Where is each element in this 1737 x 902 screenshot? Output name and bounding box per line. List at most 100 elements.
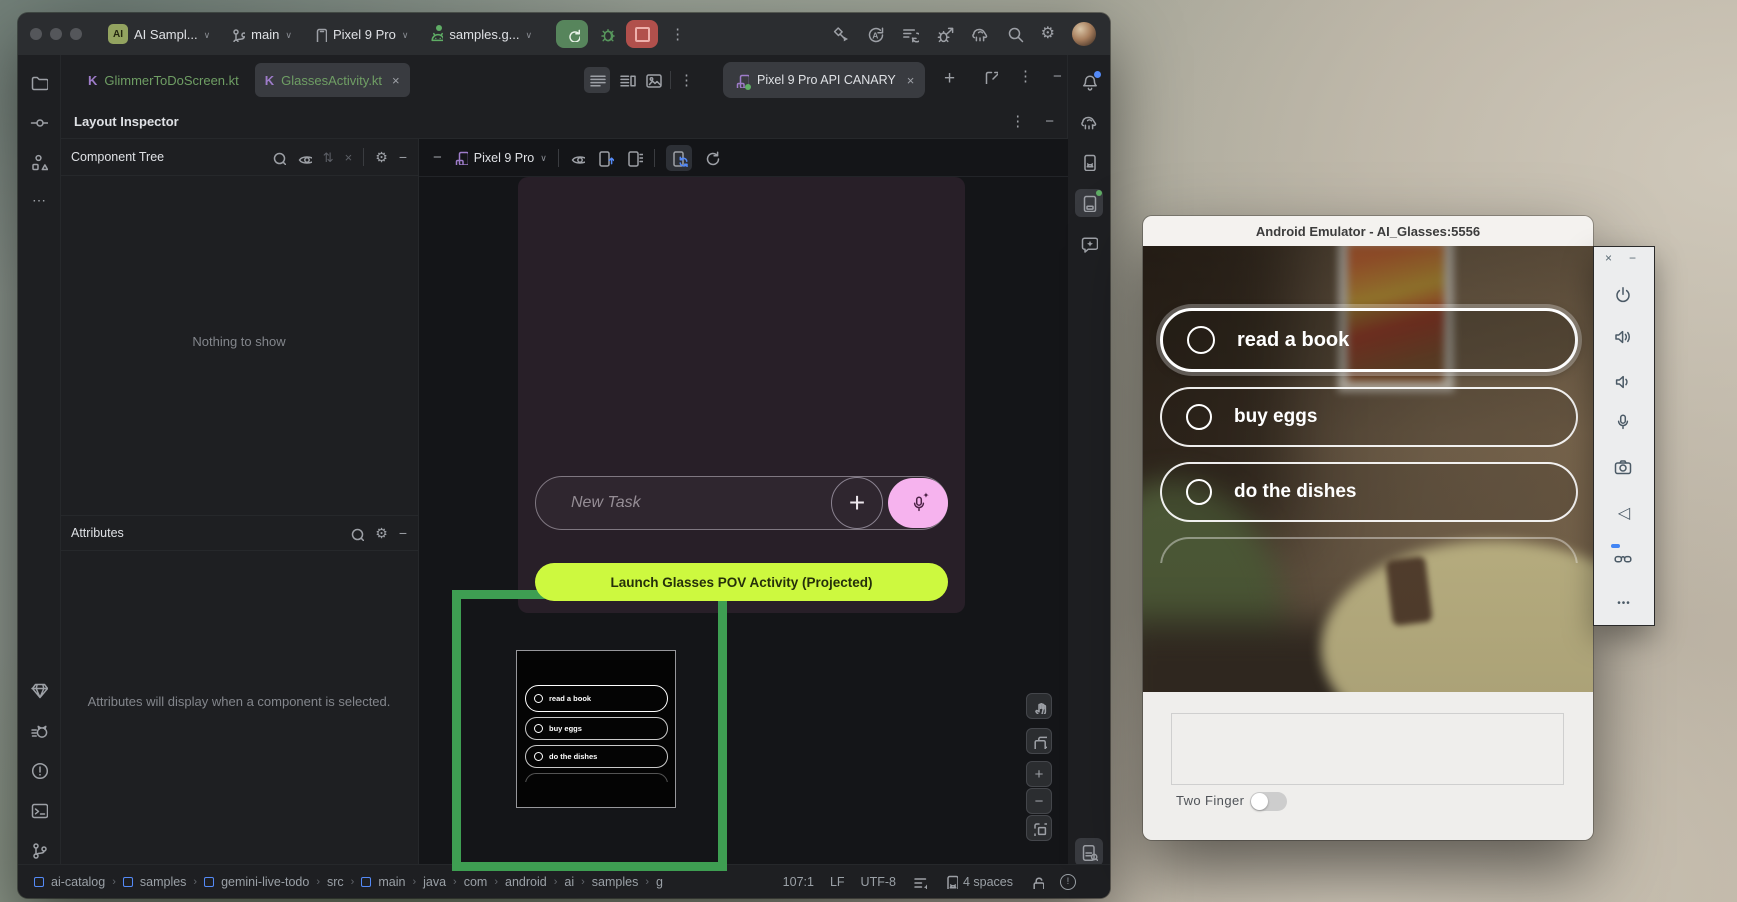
close-tab-icon[interactable]: × — [392, 74, 400, 87]
attach-debugger-icon[interactable] — [936, 25, 954, 43]
render-view-options-eye-icon[interactable] — [570, 150, 585, 165]
running-devices-icon[interactable] — [1075, 189, 1103, 217]
logcat-icon[interactable] — [30, 721, 48, 739]
zoom-in-button[interactable]: + — [1026, 761, 1052, 787]
build-icon[interactable] — [831, 25, 849, 43]
breadcrumb-item[interactable]: src — [327, 875, 344, 889]
project-selector[interactable]: AI AI Sampl... ∨ — [108, 24, 210, 44]
refresh-icon[interactable] — [703, 149, 721, 167]
editor-split-view-icon[interactable] — [618, 71, 636, 89]
structure-icon[interactable] — [30, 153, 48, 171]
breadcrumb-item[interactable]: android — [505, 875, 547, 889]
problems-icon[interactable] — [30, 761, 48, 779]
pane-more-icon[interactable]: ⋮ — [1018, 69, 1033, 84]
tree-hide-icon[interactable]: − — [399, 150, 407, 164]
indent-style-icon[interactable] — [912, 874, 927, 889]
zoom-window-button[interactable] — [70, 28, 82, 40]
snapshot-export-icon[interactable] — [596, 149, 614, 167]
glasses-button[interactable] — [1613, 548, 1635, 570]
layout-mode-icon[interactable] — [625, 149, 643, 167]
commit-icon[interactable] — [30, 113, 48, 131]
settings-gear-icon[interactable]: ⚙ — [1041, 26, 1055, 42]
apply-changes-icon[interactable] — [866, 25, 884, 43]
task-pill[interactable]: buy eggs — [1160, 387, 1578, 447]
zoom-out-button[interactable]: − — [1026, 788, 1052, 814]
gradle-sync-icon[interactable] — [971, 25, 989, 43]
tab-glimmer-todo-screen[interactable]: K GlimmerToDoScreen.kt — [78, 63, 249, 97]
pane-minimize-icon[interactable]: − — [1053, 69, 1062, 84]
new-task-input[interactable] — [535, 476, 948, 530]
task-pill[interactable]: do the dishes — [1160, 462, 1578, 522]
minimize-window-button[interactable] — [50, 28, 62, 40]
stop-button[interactable] — [626, 20, 658, 48]
editor-list-view-icon[interactable] — [584, 67, 610, 93]
close-window-button[interactable] — [30, 28, 42, 40]
inspector-device-selector[interactable]: Pixel 9 Pro ∨ — [453, 150, 547, 165]
add-task-button[interactable]: + — [831, 477, 883, 529]
task-pill-selected[interactable]: read a book — [1160, 308, 1578, 372]
volume-up-button[interactable] — [1613, 327, 1635, 349]
launch-glasses-pov-button[interactable]: Launch Glasses POV Activity (Projected) — [535, 563, 948, 601]
emulator-close-icon[interactable]: × — [1605, 252, 1612, 264]
layer-spacing-icon[interactable] — [1026, 728, 1052, 754]
volume-down-button[interactable] — [1613, 372, 1635, 394]
voice-input-button[interactable]: ✦ — [888, 478, 948, 528]
pane-hide-icon[interactable]: − — [433, 150, 442, 165]
breadcrumb-item[interactable]: main — [378, 875, 405, 889]
version-control-icon[interactable] — [30, 841, 48, 859]
debug-button[interactable] — [598, 25, 616, 43]
indent-size[interactable]: 4 spaces — [943, 874, 1013, 889]
breadcrumb-item[interactable]: com — [464, 875, 488, 889]
breadcrumb-item[interactable]: ai-catalog — [51, 875, 105, 889]
close-tab-icon[interactable]: × — [907, 74, 915, 87]
editor-more-icon[interactable]: ⋮ — [679, 73, 694, 88]
collapse-all-icon[interactable]: × — [345, 151, 353, 164]
more-actions-icon[interactable]: ⋮ — [670, 27, 685, 42]
pan-hand-icon[interactable] — [1026, 693, 1052, 719]
breadcrumb-item[interactable]: samples — [592, 875, 639, 889]
gemini-icon[interactable] — [1080, 235, 1098, 253]
breadcrumb-item[interactable]: ai — [564, 875, 574, 889]
tree-search-icon[interactable] — [271, 150, 286, 165]
more-button[interactable]: ••• — [1613, 593, 1635, 615]
run-config-selector[interactable]: samples.g... ∨ — [428, 27, 532, 42]
search-icon[interactable] — [1006, 25, 1024, 43]
user-avatar[interactable] — [1072, 22, 1096, 46]
cursor-position[interactable]: 107:1 — [783, 875, 814, 889]
file-encoding[interactable]: UTF-8 — [861, 875, 896, 889]
view-options-eye-icon[interactable] — [297, 150, 312, 165]
device-selector[interactable]: Pixel 9 Pro ∨ — [312, 27, 408, 42]
running-device-tab[interactable]: Pixel 9 Pro API CANARY × — [723, 62, 925, 98]
inspector-hide-icon[interactable]: − — [1045, 114, 1054, 129]
tab-glasses-activity[interactable]: K GlassesActivity.kt × — [255, 63, 410, 97]
microphone-button[interactable] — [1613, 412, 1635, 434]
more-tool-windows-icon[interactable]: ⋯ — [32, 193, 46, 207]
project-folder-icon[interactable] — [30, 73, 48, 91]
touchpad-area[interactable] — [1171, 713, 1564, 785]
layout-inspector-toggle-icon[interactable] — [1075, 838, 1103, 866]
line-separator[interactable]: LF — [830, 875, 845, 889]
inspector-more-icon[interactable]: ⋮ — [1010, 114, 1025, 129]
inspections-widget-icon[interactable]: ! — [1060, 874, 1076, 890]
rerun-button[interactable] — [556, 20, 588, 48]
breadcrumb-item[interactable]: java — [423, 875, 446, 889]
zoom-to-fit-button[interactable] — [1026, 815, 1052, 841]
editor-preview-icon[interactable] — [644, 71, 662, 89]
breadcrumb-item[interactable]: samples — [140, 875, 187, 889]
tree-settings-gear-icon[interactable]: ⚙ — [375, 150, 388, 164]
breadcrumb-item[interactable]: gemini-live-todo — [221, 875, 309, 889]
gradle-icon[interactable] — [1080, 113, 1098, 131]
readonly-lock-icon[interactable] — [1029, 874, 1044, 889]
device-manager-icon[interactable] — [1080, 153, 1098, 171]
open-in-window-icon[interactable] — [983, 69, 998, 84]
live-updates-icon[interactable] — [666, 145, 692, 171]
camera-button[interactable] — [1613, 457, 1635, 479]
branch-selector[interactable]: main ∨ — [230, 27, 292, 42]
two-finger-toggle[interactable] — [1250, 792, 1287, 811]
apply-code-changes-icon[interactable] — [901, 25, 919, 43]
attributes-search-icon[interactable] — [349, 526, 364, 541]
back-button[interactable]: ◁ — [1613, 503, 1635, 525]
notifications-bell-icon[interactable] — [1080, 73, 1098, 91]
attributes-hide-icon[interactable]: − — [399, 526, 407, 540]
add-device-tab-button[interactable]: + — [944, 69, 955, 88]
